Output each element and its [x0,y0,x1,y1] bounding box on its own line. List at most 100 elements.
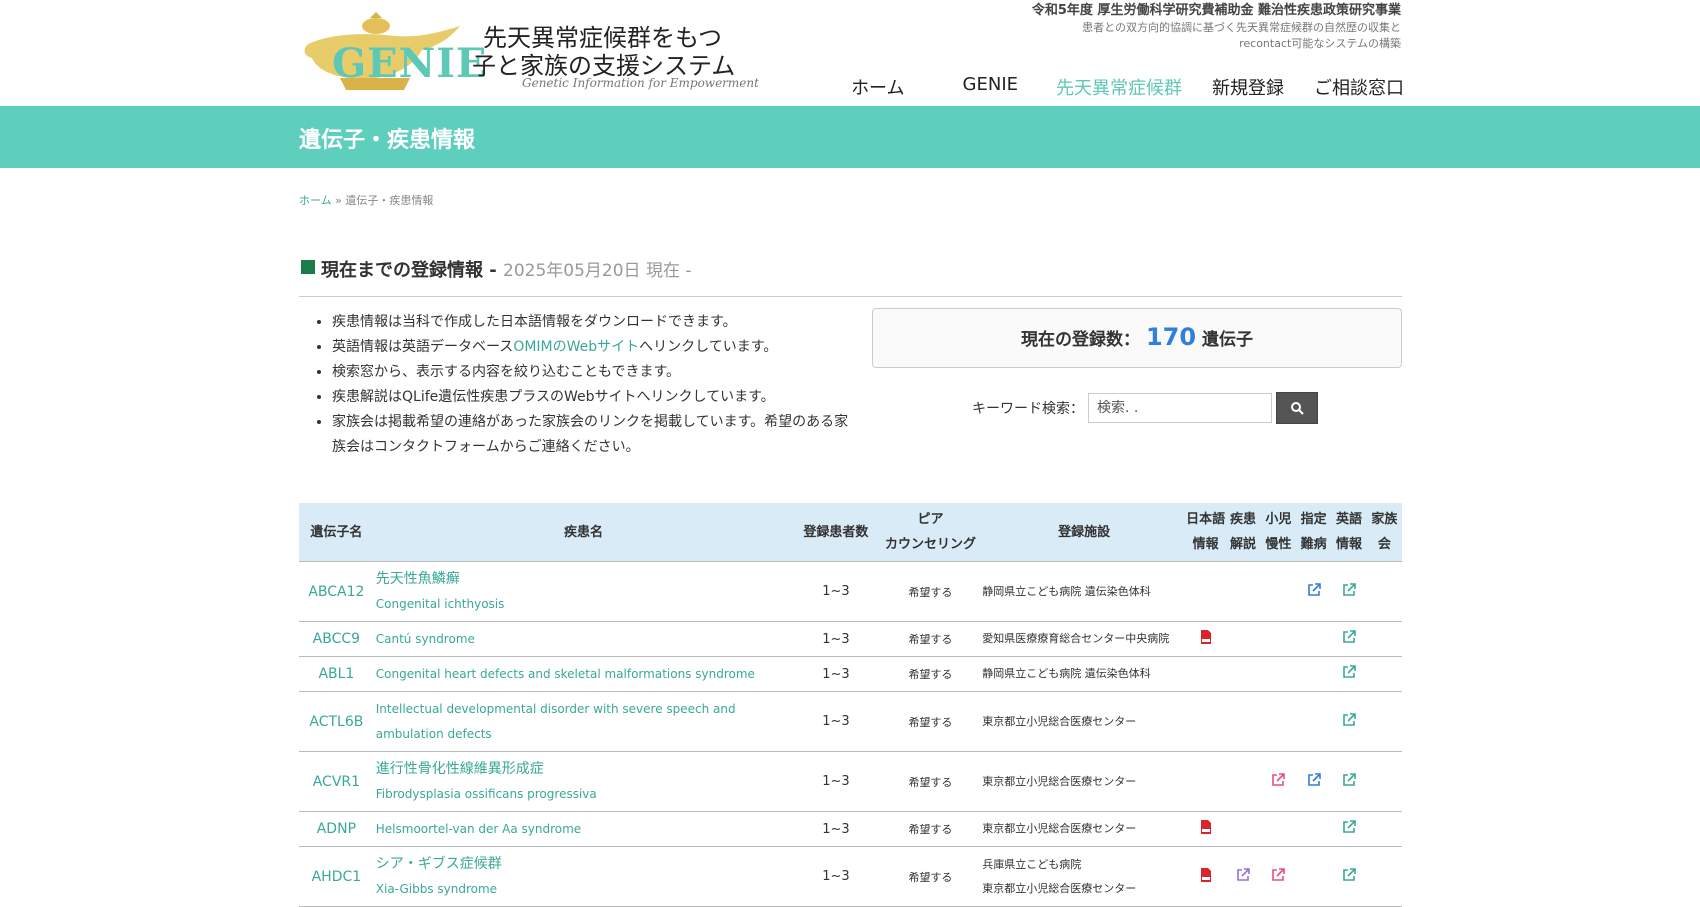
external-link-icon[interactable] [1342,712,1356,731]
disease-name-ja[interactable]: 進行性骨化性線維異形成症 [376,757,792,782]
facility-cell: 東京都立小児総合医療センター [980,691,1186,752]
col-english-info: 英語 情報 [1331,503,1367,562]
facility-cell: 東京都立小児総合医療センター [980,751,1186,812]
explanation-cell [1225,846,1261,907]
pdf-icon[interactable] [1200,820,1212,838]
external-link-icon[interactable] [1342,665,1356,683]
gene-link[interactable]: ACVR1 [313,774,360,790]
gene-link[interactable]: ABL1 [318,666,354,682]
col-child-line2: 慢性 [1265,537,1292,552]
explanation-cell [1225,621,1261,657]
patients-cell: 1~3 [791,691,881,752]
facility-cell: 兵庫県立こども病院 東京都立小児総合医療センター [980,846,1186,907]
site-logo[interactable]: GENIE 先天異常症候群をもつ 子と家族の支援システム Genetic Inf… [300,10,759,94]
external-link-icon[interactable] [1307,772,1321,791]
disease-name-ja[interactable]: 先天性魚鱗癬 [376,567,792,592]
table-header-row: 遺伝子名 疾患名 登録患者数 ピア カウンセリング 登録施設 日本語 情報 疾患 解説… [299,503,1402,562]
col-pediatric-chronic: 小児 慢性 [1260,503,1297,562]
family-group-cell [1366,561,1402,622]
breadcrumb-home[interactable]: ホーム [299,194,332,207]
grant-info: 令和5年度 厚生労働科学研究費補助金 難治性疾患政策研究事業 患者との双方向的協… [1032,2,1401,52]
nav-item-genie[interactable]: GENIE [963,74,1018,100]
designated-cell [1296,621,1332,657]
english-info-cell [1331,811,1367,847]
pediatric-chronic-cell [1260,751,1297,812]
facility-cell: 東京都立小児総合医療センター [980,811,1186,847]
pdf-icon[interactable] [1200,867,1212,886]
nav-item-congenital-syndromes[interactable]: 先天異常症候群 [1056,74,1182,100]
section-title: 現在までの登録情報 - 2025年05月20日 現在 - [321,256,692,282]
disease-name-ja[interactable]: シア・ギブス症候群 [376,852,792,877]
gene-link[interactable]: AHDC1 [312,869,362,885]
grant-line-1: 患者との双方向的協調に基づく先天異常症候群の自然歴の収集と [1082,21,1401,34]
note-text: へリンクしています。 [639,339,778,355]
gene-cell: ABCA12 [299,561,374,622]
col-disease: 疾患名 [373,503,792,562]
col-family-group: 家族会 [1366,503,1402,562]
explanation-cell [1225,811,1261,847]
patients-cell: 1~3 [791,561,881,622]
col-patients: 登録患者数 [791,503,881,562]
disease-cell: シア・ギブス症候群 Xia-Gibbs syndrome [373,846,792,907]
gene-link[interactable]: ACTL6B [309,714,363,730]
disease-name-en[interactable]: Fibrodysplasia ossificans progressiva [376,782,792,807]
gene-link[interactable]: ADNP [317,821,356,837]
external-link-icon[interactable] [1307,582,1321,601]
col-peer-line2: カウンセリング [884,537,976,552]
disease-name-en[interactable]: Congenital heart defects and skeletal ma… [376,662,792,687]
disease-name-en[interactable]: Intellectual developmental disorder with… [376,697,792,747]
search-input[interactable] [1088,393,1272,423]
family-group-cell [1366,621,1402,657]
col-des-line2: 難病 [1300,537,1327,552]
gene-link[interactable]: ABCA12 [308,584,364,600]
english-info-cell [1331,691,1367,752]
disease-cell: 先天性魚鱗癬 Congenital ichthyosis [373,561,792,622]
designated-cell [1296,691,1332,752]
pediatric-chronic-cell [1260,561,1297,622]
disease-cell: Cantú syndrome [373,621,792,657]
col-child-line1: 小児 [1265,512,1292,527]
patients-cell: 1~3 [791,811,881,847]
breadcrumb-current: 遺伝子・疾患情報 [345,194,434,207]
peer-cell: 希望する [880,691,981,752]
pdf-icon[interactable] [1200,630,1212,648]
disease-cell: Intellectual developmental disorder with… [373,691,792,752]
external-link-icon[interactable] [1342,772,1356,791]
disease-name-en[interactable]: Xia-Gibbs syndrome [376,877,792,902]
gene-table: 遺伝子名 疾患名 登録患者数 ピア カウンセリング 登録施設 日本語 情報 疾患 解説… [299,503,1402,907]
facility-cell: 静岡県立こども病院 遺伝染色体科 [980,656,1186,692]
external-link-icon[interactable] [1342,630,1356,648]
section-date: 2025年05月20日 現在 - [503,261,692,281]
omim-link[interactable]: OMIMのWebサイト [513,339,639,355]
col-ja-line1: 日本語 [1186,512,1226,527]
note-text: 英語情報は英語データベース [332,339,514,355]
gene-link[interactable]: ABCC9 [313,631,360,647]
external-link-icon[interactable] [1271,772,1286,791]
external-link-icon[interactable] [1236,867,1250,886]
facility-cell: 静岡県立こども病院 遺伝染色体科 [980,561,1186,622]
col-fam-line2: 会 [1377,537,1391,552]
japanese-info-cell [1185,561,1226,622]
external-link-icon[interactable] [1342,867,1356,886]
disease-name-en[interactable]: Helsmoortel-van der Aa syndrome [376,817,792,842]
external-link-icon[interactable] [1342,820,1356,838]
nav-item-register[interactable]: 新規登録 [1212,74,1284,100]
pediatric-chronic-cell [1260,621,1297,657]
pediatric-chronic-cell [1260,691,1297,752]
nav-item-consultation[interactable]: ご相談窓口 [1314,74,1404,100]
external-link-icon[interactable] [1271,867,1286,886]
external-link-icon[interactable] [1342,582,1356,601]
family-group-cell [1366,656,1402,692]
grant-line-2: recontact可能なシステムの構築 [1239,37,1401,50]
disease-cell: Helsmoortel-van der Aa syndrome [373,811,792,847]
disease-name-en[interactable]: Cantú syndrome [376,627,792,652]
main-nav: ホーム GENIE 先天異常症候群 新規登録 ご相談窓口 [851,74,1404,100]
disease-name-en[interactable]: Congenital ichthyosis [376,592,792,617]
facility-line1: 兵庫県立こども病院 [982,857,1082,871]
designated-cell [1296,846,1332,907]
search-button[interactable] [1276,392,1318,424]
col-ja-line2: 情報 [1192,537,1219,552]
page-title-band: 遺伝子・疾患情報 [0,106,1700,168]
nav-item-home[interactable]: ホーム [851,74,904,100]
col-japanese-info: 日本語 情報 [1185,503,1226,562]
